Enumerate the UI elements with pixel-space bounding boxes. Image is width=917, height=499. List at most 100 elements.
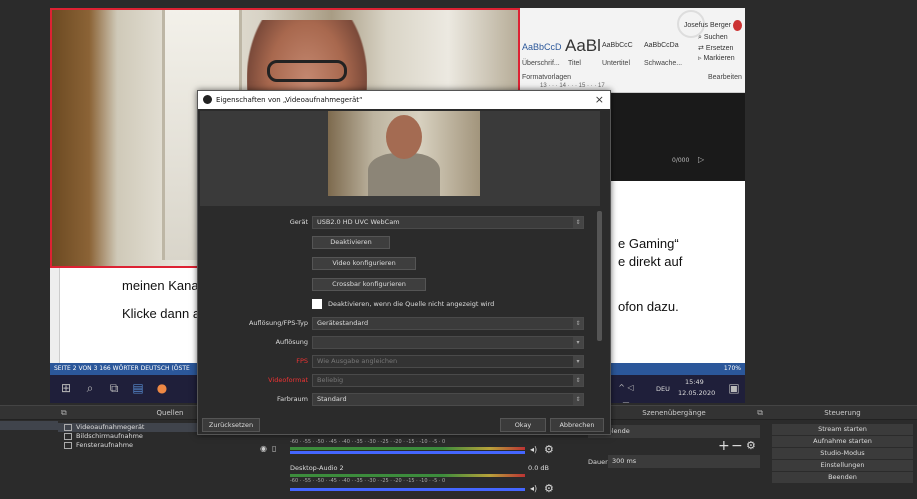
webcam-preview	[328, 111, 480, 196]
resolution-label: Auflösung	[275, 338, 308, 346]
reset-button[interactable]: Zurücksetzen	[202, 418, 260, 432]
person-head	[386, 115, 422, 159]
doc-line: e Gaming“	[618, 236, 679, 251]
style-weak[interactable]: AaBbCcDa	[644, 42, 679, 49]
fps-select[interactable]: Wie Ausgabe angleichen ▾	[312, 355, 584, 368]
search-item[interactable]: ⌕ Suchen	[698, 34, 728, 42]
meter-scale: -60 · -55 · -50 · -45 · -40 · -35 · -30 …	[290, 439, 446, 445]
gear-icon[interactable]: ⚙	[544, 443, 554, 456]
fps-label: FPS	[296, 357, 308, 365]
audio-mixer-dock: -60 · -55 · -50 · -45 · -40 · -35 · -30 …	[282, 432, 580, 499]
video-time: 0/000	[672, 157, 690, 164]
close-icon[interactable]: ×	[595, 91, 604, 109]
chevron-updown-icon: ⇕	[573, 318, 583, 329]
firefox-icon[interactable]: ●	[154, 380, 170, 396]
explorer-icon[interactable]: ▤	[130, 380, 146, 396]
monitor-icon	[64, 433, 72, 440]
clock-time[interactable]: 15:49	[685, 378, 704, 386]
replace-item[interactable]: ⇄ Ersetzen	[698, 44, 733, 52]
volume-slider[interactable]	[290, 451, 525, 454]
gear-icon[interactable]: ⚙	[544, 482, 554, 495]
ruler: 13 · · · 14 · · · 15 · · · 17	[540, 83, 605, 89]
tray-icons[interactable]: ^ ◁ ▭	[618, 380, 634, 403]
edit-group-label: Bearbeiten	[708, 74, 742, 81]
chevron-down-icon: ▾	[573, 337, 583, 348]
chevron-updown-icon: ⇕	[573, 375, 583, 386]
controls-dock: Steuerung Stream starten Aufnahme starte…	[768, 405, 917, 499]
group-label: Formatvorlagen	[522, 74, 572, 81]
scenes-header	[0, 406, 58, 420]
fps-row: FPS Wie Ausgabe angleichen ▾	[208, 354, 584, 369]
device-select[interactable]: USB2.0 HD UVC WebCam ⇕	[312, 216, 584, 229]
window-icon	[64, 442, 72, 449]
device-label: Gerät	[289, 218, 308, 226]
avatar	[733, 20, 742, 31]
user-name: Josefus Berger	[683, 22, 731, 29]
colorspace-row: Farbraum Standard ⇕	[208, 392, 584, 407]
settings-button[interactable]: Einstellungen	[772, 460, 913, 471]
volume-slider[interactable]	[290, 488, 525, 491]
style-subtitle[interactable]: AaBbCcC	[602, 42, 633, 49]
start-stream-button[interactable]: Stream starten	[772, 424, 913, 435]
language[interactable]: DEU	[656, 385, 670, 393]
configure-crossbar-row: Crossbar konfigurieren	[208, 278, 584, 293]
video-format-row: Videoformat Beliebig ⇕	[208, 373, 584, 388]
visibility-icon[interactable]: ◉	[260, 444, 267, 453]
duration-input[interactable]: 300 ms	[608, 455, 760, 468]
undock-icon[interactable]: ⧉	[61, 408, 67, 418]
play-icon[interactable]: ▷	[698, 155, 704, 164]
controls-header: Steuerung	[768, 406, 917, 420]
speaker-icon[interactable]: ◂)	[530, 484, 537, 493]
gear-icon[interactable]: ⚙	[746, 439, 756, 452]
resolution-row: Auflösung ▾	[208, 335, 584, 350]
dialog-scrollbar[interactable]	[597, 211, 602, 341]
notifications-icon[interactable]: ▣	[726, 380, 742, 396]
transition-select[interactable]: Überblende	[588, 425, 760, 438]
exit-button[interactable]: Beenden	[772, 472, 913, 483]
source-item[interactable]: Fensteraufnahme	[58, 441, 282, 450]
colorspace-select[interactable]: Standard ⇕	[312, 393, 584, 406]
clock-date[interactable]: 12.05.2020	[678, 389, 715, 397]
speaker-icon[interactable]: ◂)	[530, 445, 537, 454]
mixer-channel-name: Desktop-Audio 2	[290, 464, 344, 472]
video-format-label: Videoformat	[268, 376, 308, 384]
deactivate-hidden-checkbox[interactable]	[312, 299, 322, 309]
dialog-titlebar[interactable]: Eigenschaften von „Videoaufnahmegerät“ ×	[198, 91, 610, 109]
chevron-updown-icon: ⇕	[573, 217, 583, 228]
doc-line: Klicke dann a	[122, 306, 201, 321]
style-title[interactable]: AaBl	[565, 36, 601, 56]
lock-icon[interactable]: ▯	[272, 444, 276, 453]
remove-icon[interactable]: −	[731, 438, 743, 454]
properties-dialog: Eigenschaften von „Videoaufnahmegerät“ ×…	[197, 90, 611, 435]
configure-crossbar-button[interactable]: Crossbar konfigurieren	[312, 278, 426, 291]
style-name: Schwache...	[644, 60, 683, 67]
resolution-select[interactable]: ▾	[312, 336, 584, 349]
status-text: SEITE 2 VON 3 166 WÖRTER DEUTSCH (ÖSTE	[54, 365, 190, 372]
configure-video-button[interactable]: Video konfigurieren	[312, 257, 416, 270]
studio-mode-button[interactable]: Studio-Modus	[772, 448, 913, 459]
style-name: Überschrif...	[522, 60, 560, 67]
deactivate-button[interactable]: Deaktivieren	[312, 236, 390, 249]
style-normal[interactable]: AaBbCcD	[522, 42, 562, 52]
ok-button[interactable]: Okay	[500, 418, 546, 432]
windows-start-icon[interactable]: ⊞	[58, 380, 74, 396]
add-icon[interactable]: +	[718, 438, 730, 454]
glasses	[267, 60, 347, 82]
start-recording-button[interactable]: Aufnahme starten	[772, 436, 913, 447]
doc-line: meinen Kanal	[122, 278, 202, 293]
select-item[interactable]: ▹ Markieren	[698, 54, 735, 62]
task-view-icon[interactable]: ⧉	[106, 380, 122, 396]
scene-item[interactable]	[0, 421, 58, 430]
style-name: Untertitel	[602, 60, 631, 67]
video-format-select[interactable]: Beliebig ⇕	[312, 374, 584, 387]
resolution-type-label: Auflösung/FPS-Typ	[248, 319, 308, 327]
cancel-button[interactable]: Abbrechen	[550, 418, 604, 432]
style-name: Titel	[568, 60, 581, 67]
scenes-dock	[0, 405, 58, 499]
search-icon[interactable]: ⌕	[82, 380, 98, 396]
volume-meter	[290, 447, 525, 450]
undock-icon[interactable]: ⧉	[757, 408, 763, 418]
resolution-type-select[interactable]: Gerätestandard ⇕	[312, 317, 584, 330]
person-body	[368, 153, 440, 196]
configure-video-row: Video konfigurieren	[208, 257, 584, 272]
